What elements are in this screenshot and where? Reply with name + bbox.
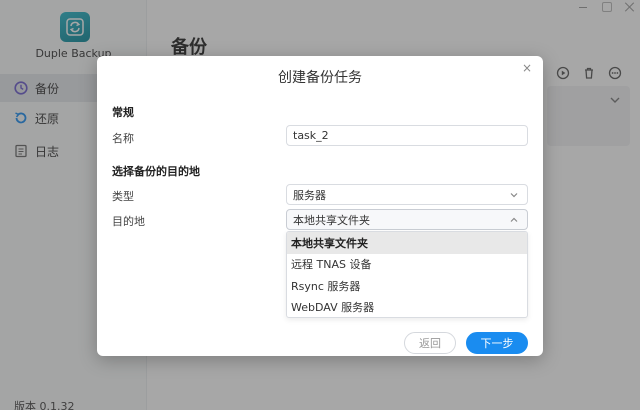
close-icon[interactable]: × [521, 62, 533, 74]
back-button[interactable]: 返回 [404, 332, 456, 354]
next-button[interactable]: 下一步 [466, 332, 528, 354]
create-backup-dialog: 创建备份任务 × 常规 名称 task_2 选择备份的目的地 类型 服务器 目的… [97, 56, 543, 356]
name-label: 名称 [112, 132, 134, 145]
type-select-value: 服务器 [293, 188, 326, 202]
destination-select[interactable]: 本地共享文件夹 [286, 209, 528, 230]
destination-section-title: 选择备份的目的地 [112, 165, 200, 178]
destination-select-value: 本地共享文件夹 [293, 213, 370, 227]
chevron-down-icon [510, 193, 518, 198]
general-section-title: 常规 [112, 106, 134, 119]
dialog-title: 创建备份任务 [278, 70, 362, 86]
destination-option[interactable]: 远程 TNAS 设备 [287, 254, 527, 276]
type-select[interactable]: 服务器 [286, 184, 528, 205]
destination-option[interactable]: Rsync 服务器 [287, 275, 527, 297]
destination-label: 目的地 [112, 215, 145, 228]
destination-option[interactable]: WebDAV 服务器 [287, 297, 527, 318]
chevron-up-icon [510, 217, 518, 222]
destination-option[interactable]: 本地共享文件夹 [287, 232, 527, 254]
task-name-input[interactable]: task_2 [286, 125, 528, 146]
type-label: 类型 [112, 190, 134, 203]
destination-dropdown: 本地共享文件夹 远程 TNAS 设备 Rsync 服务器 WebDAV 服务器 [286, 231, 528, 318]
